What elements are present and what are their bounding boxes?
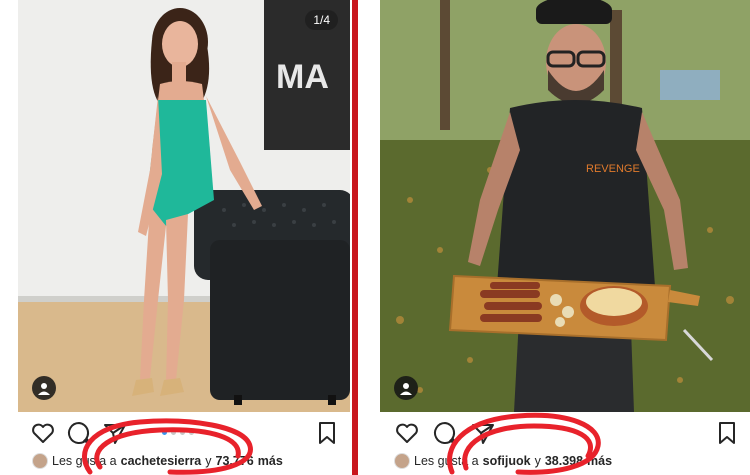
photo-man-with-board: REVENGE: [380, 0, 750, 412]
bookmark-icon[interactable]: [714, 420, 740, 446]
likes-connector: y: [534, 454, 541, 468]
liker-avatar[interactable]: [394, 453, 410, 469]
share-icon[interactable]: [470, 420, 496, 446]
likes-count[interactable]: 73.776: [216, 454, 254, 468]
carousel-dot: [180, 430, 185, 435]
post-right: REVENGE Les gusta a sofijuok y 38.398 má…: [358, 0, 750, 475]
action-bar: [30, 420, 340, 448]
likes-prefix: Les gusta a: [52, 454, 117, 468]
liker-username[interactable]: sofijuok: [483, 454, 531, 468]
share-icon[interactable]: [102, 420, 128, 446]
comment-icon[interactable]: [66, 420, 92, 446]
action-bar: [394, 420, 744, 448]
post-photo-left[interactable]: MA 1/4: [18, 0, 350, 412]
carousel-dot: [189, 430, 194, 435]
likes-line: Les gusta a sofijuok y 38.398 más: [394, 453, 612, 469]
bookmark-icon[interactable]: [314, 420, 340, 446]
heart-icon[interactable]: [394, 420, 420, 446]
shirt-print-text: REVENGE: [586, 163, 640, 175]
likes-prefix: Les gusta a: [414, 454, 479, 468]
liker-avatar[interactable]: [32, 453, 48, 469]
post-photo-right[interactable]: REVENGE: [380, 0, 750, 412]
carousel-dots: [162, 430, 194, 435]
user-tag-icon[interactable]: [394, 376, 418, 400]
carousel-dot: [162, 430, 167, 435]
liker-username[interactable]: cachetesierra: [121, 454, 202, 468]
user-tag-icon[interactable]: [32, 376, 56, 400]
post-left: MA 1/4 Les gusta a cachetesierra y 73.77…: [0, 0, 352, 475]
likes-suffix[interactable]: más: [587, 454, 612, 468]
likes-suffix[interactable]: más: [258, 454, 283, 468]
likes-connector: y: [205, 454, 212, 468]
likes-line: Les gusta a cachetesierra y 73.776 más: [32, 453, 283, 469]
image-counter: 1/4: [305, 10, 338, 30]
photo-woman-on-sofa: MA: [18, 0, 350, 412]
likes-count[interactable]: 38.398: [545, 454, 583, 468]
wall-sign-text: MA: [276, 58, 329, 96]
heart-icon[interactable]: [30, 420, 56, 446]
carousel-dot: [171, 430, 176, 435]
comment-icon[interactable]: [432, 420, 458, 446]
